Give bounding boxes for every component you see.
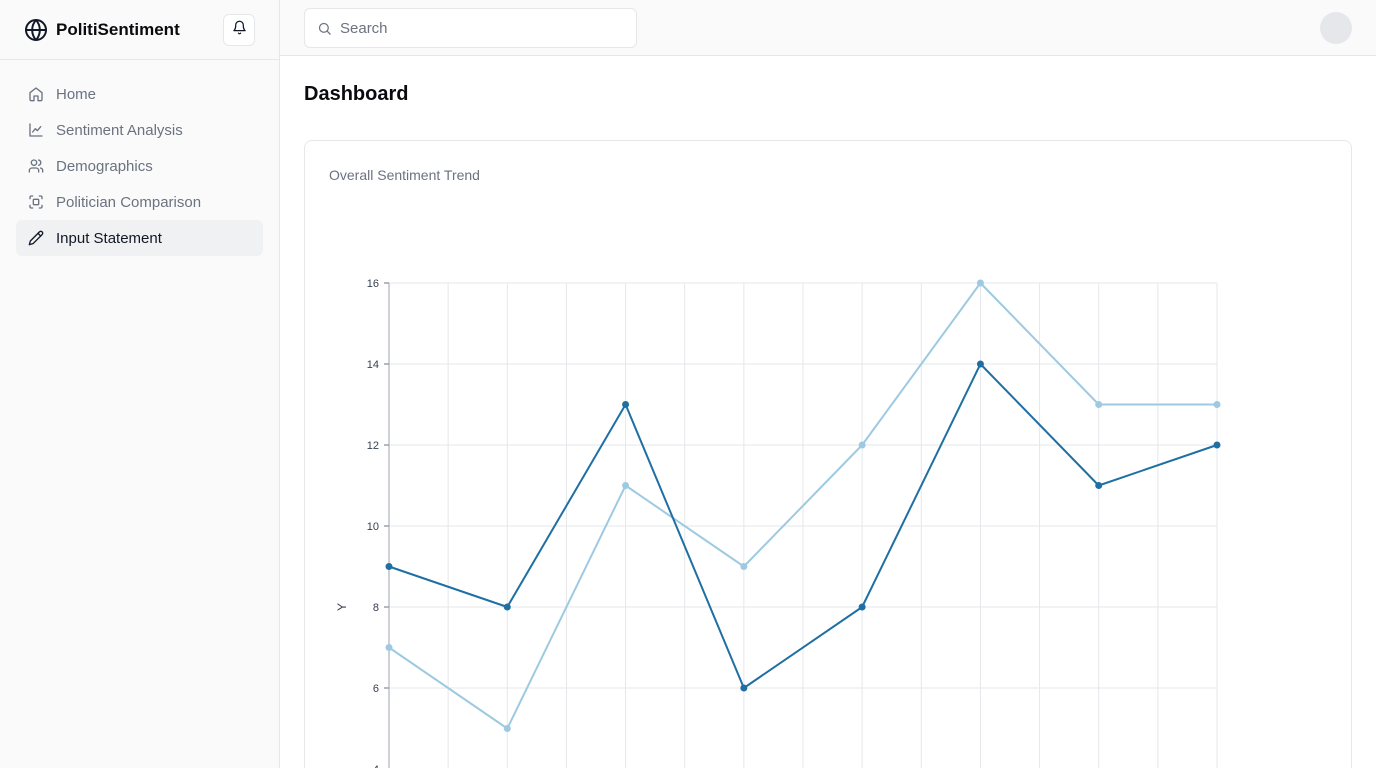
y-tick-label: 8 (373, 602, 379, 614)
y-tick-label: 10 (367, 521, 379, 533)
bell-icon (232, 20, 247, 40)
sidebar-item-label: Politician Comparison (56, 193, 202, 211)
scan-face-icon (29, 195, 43, 209)
page-title: Dashboard (304, 83, 409, 105)
series-1-point (503, 603, 511, 611)
brand-bar: PolitiSentiment (0, 0, 279, 60)
topbar (280, 0, 1376, 56)
series-1-point (976, 360, 984, 368)
y-tick-label: 4 (373, 764, 379, 768)
series-2-point (976, 279, 984, 287)
series-2-point (622, 482, 630, 489)
users-icon (28, 159, 44, 173)
series-1-point (858, 603, 866, 611)
brand-name: PolitiSentiment (56, 19, 180, 39)
sentiment-trend-chart: 4 6 8 10 12 14 16 Y (335, 278, 1221, 768)
series-2-point (1213, 401, 1221, 408)
series-1-point (1213, 441, 1221, 449)
series-2-point (858, 441, 866, 449)
sidebar-item-sentiment-analysis[interactable]: Sentiment Analysis (16, 112, 263, 148)
sidebar-item-label: Home (56, 85, 97, 103)
chart-line-icon (29, 123, 43, 137)
search-input[interactable] (340, 19, 620, 37)
series-1-point (1095, 482, 1103, 489)
y-tick-label: 16 (367, 278, 379, 290)
search-box[interactable] (304, 8, 637, 48)
home-icon (29, 87, 43, 102)
y-tick-label: 6 (373, 683, 379, 695)
sidebar-nav: Home Sentiment Analysis Demographics Pol… (0, 60, 279, 272)
series-1-point (385, 563, 393, 570)
pencil-icon (28, 230, 44, 246)
sidebar-item-home[interactable]: Home (16, 76, 263, 112)
sidebar-item-label: Sentiment Analysis (56, 121, 183, 139)
series-1-point (622, 401, 630, 408)
y-tick-label: 14 (367, 359, 379, 371)
sentiment-trend-card: Overall Sentiment Trend 46810121416Y (304, 140, 1352, 768)
y-axis-label: Y (335, 603, 349, 611)
sidebar-item-demographics[interactable]: Demographics (16, 148, 263, 184)
series-2-point (503, 725, 511, 732)
sidebar-item-label: Demographics (56, 157, 153, 175)
notifications-button[interactable] (223, 14, 255, 46)
series-1-point (740, 684, 748, 692)
sidebar-item-politician-comparison[interactable]: Politician Comparison (16, 184, 263, 220)
sidebar: PolitiSentiment Home Sentiment Analysis (0, 0, 280, 768)
series-2-point (740, 563, 748, 570)
series-2-point (385, 644, 393, 651)
sidebar-item-label: Input Statement (56, 229, 162, 247)
avatar[interactable] (1320, 12, 1352, 44)
y-tick-label: 12 (367, 440, 379, 452)
search-icon (318, 22, 331, 35)
globe-icon (24, 18, 48, 42)
sidebar-item-input-statement[interactable]: Input Statement (16, 220, 263, 256)
series-2-point (1095, 401, 1103, 408)
main-content: Dashboard Overall Sentiment Trend 468101… (280, 56, 1376, 768)
